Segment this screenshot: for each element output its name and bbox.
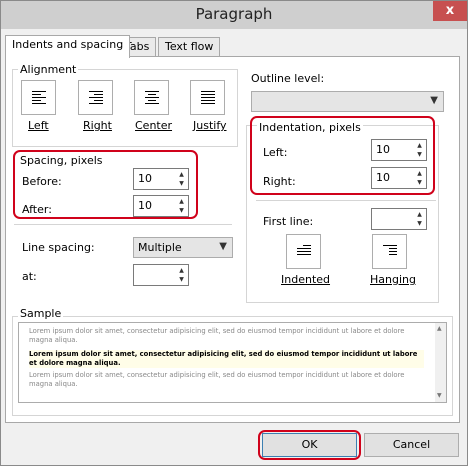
align-justify-label: Justify: [193, 119, 227, 132]
align-right-icon: [89, 91, 103, 106]
divider: [256, 200, 436, 201]
spacing-highlight: [13, 150, 198, 219]
tab-indents-and-spacing[interactable]: Indents and spacing: [5, 35, 131, 58]
tab-page: Alignment Left Right Center Justify Outl…: [5, 56, 460, 423]
align-center-button[interactable]: [134, 80, 169, 115]
close-icon: x: [445, 3, 455, 18]
chevron-down-icon: ▼: [219, 241, 227, 252]
sample-preview: Lorem ipsum dolor sit amet, consectetur …: [18, 322, 447, 403]
alignment-title: Alignment: [18, 63, 79, 76]
outline-level-select[interactable]: ▼: [251, 91, 444, 112]
align-center-label: Center: [135, 119, 173, 132]
align-justify-button[interactable]: [190, 80, 225, 115]
sample-text-current: Lorem ipsum dolor sit amet, consectetur …: [29, 350, 424, 368]
paragraph-dialog: Paragraph x Indents and spacing Tabs Tex…: [0, 0, 468, 466]
at-label: at:: [22, 270, 37, 283]
stepper-arrows-icon[interactable]: ▲ ▼: [176, 266, 187, 284]
first-line-stepper[interactable]: ▲ ▼: [371, 208, 427, 230]
sample-text-after: Lorem ipsum dolor sit amet, consectetur …: [29, 371, 405, 388]
ok-highlight: [258, 430, 361, 460]
at-stepper[interactable]: ▲ ▼: [133, 264, 189, 286]
chevron-down-icon: ▼: [430, 95, 438, 106]
align-justify-icon: [201, 91, 215, 106]
align-left-button[interactable]: [21, 80, 56, 115]
align-left-label: Left: [28, 119, 49, 132]
sample-title: Sample: [18, 307, 64, 320]
hanging-indent-icon: [383, 245, 397, 257]
align-right-button[interactable]: [78, 80, 113, 115]
hanging-button[interactable]: [372, 234, 407, 269]
indented-label: Indented: [281, 273, 331, 286]
scroll-up-icon[interactable]: ▲: [437, 325, 442, 332]
first-line-label: First line:: [263, 215, 314, 228]
align-left-icon: [32, 91, 46, 106]
align-right-label: Right: [83, 119, 112, 132]
indentation-highlight: [250, 116, 435, 195]
tab-text-flow[interactable]: Text flow: [158, 37, 221, 57]
outline-level-label: Outline level:: [251, 72, 325, 85]
align-center-icon: [145, 91, 159, 106]
hanging-label: Hanging: [370, 273, 416, 286]
title-bar: Paragraph x: [1, 1, 467, 29]
divider: [14, 224, 232, 225]
stepper-arrows-icon[interactable]: ▲ ▼: [414, 210, 425, 228]
first-line-indent-icon: [297, 245, 311, 257]
cancel-button[interactable]: Cancel: [364, 433, 459, 457]
indented-button[interactable]: [286, 234, 321, 269]
scroll-down-icon[interactable]: ▼: [437, 392, 442, 399]
close-button[interactable]: x: [433, 1, 467, 21]
line-spacing-select[interactable]: Multiple ▼: [133, 237, 233, 258]
dialog-title: Paragraph: [195, 5, 273, 23]
sample-text-before: Lorem ipsum dolor sit amet, consectetur …: [29, 327, 405, 344]
line-spacing-label: Line spacing:: [22, 241, 95, 254]
sample-scrollbar[interactable]: ▲ ▼: [435, 323, 446, 402]
